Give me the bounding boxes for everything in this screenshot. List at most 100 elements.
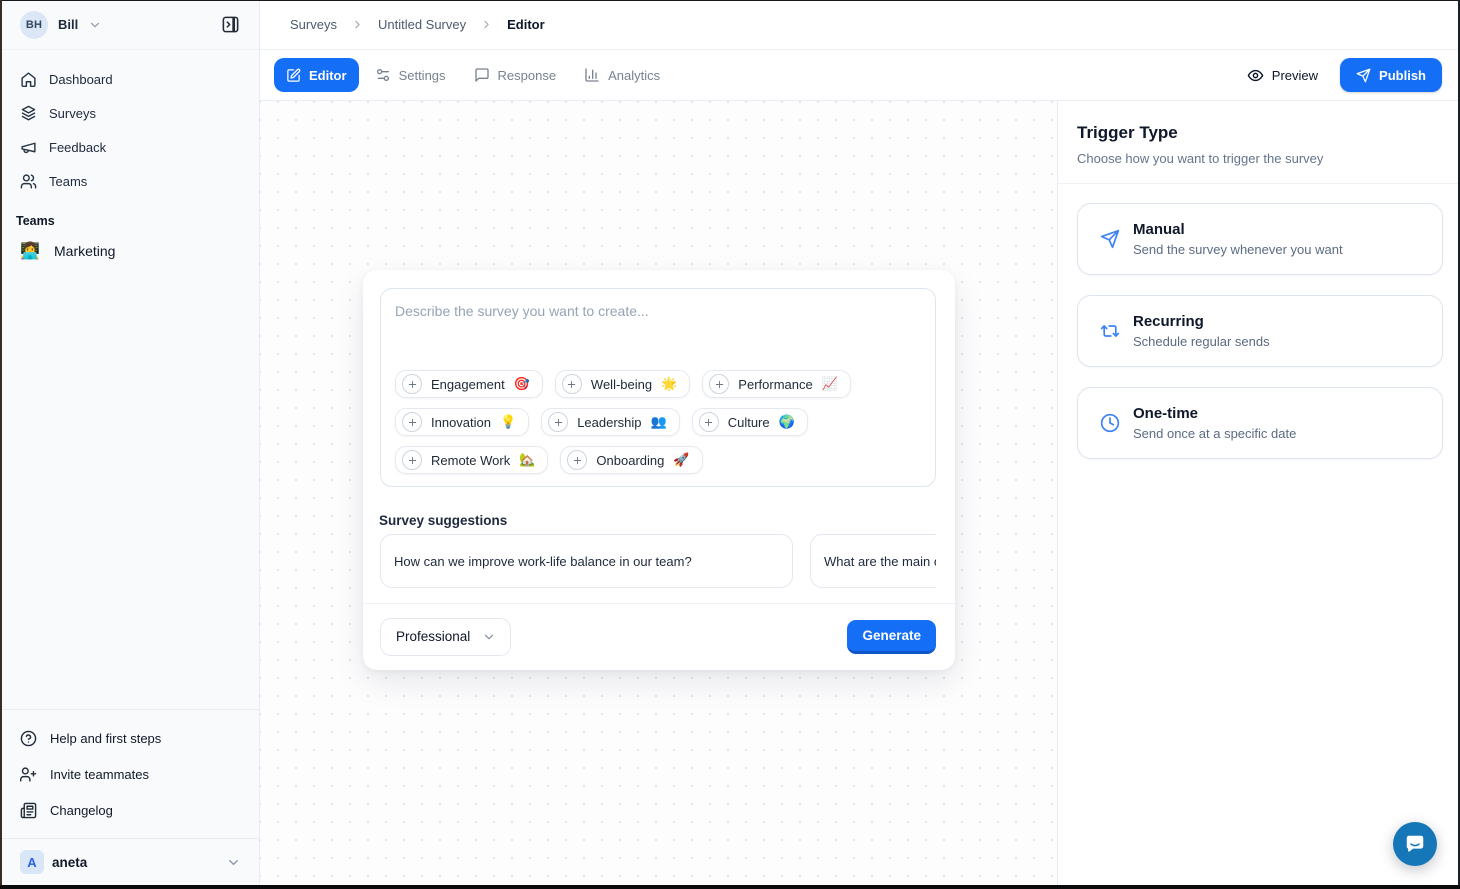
plus-icon	[562, 374, 582, 394]
breadcrumb-surveys[interactable]: Surveys	[290, 17, 337, 32]
chip-label: Performance	[738, 377, 812, 392]
tone-select[interactable]: Professional	[380, 618, 511, 656]
trigger-type-panel: Trigger Type Choose how you want to trig…	[1057, 101, 1460, 885]
sidebar-item-marketing[interactable]: 👩‍💻 Marketing	[0, 232, 259, 270]
sidebar-item-label: Changelog	[50, 803, 113, 818]
trigger-description: Send once at a specific date	[1133, 425, 1296, 443]
user-name[interactable]: Bill	[58, 17, 78, 32]
house-emoji-icon: 🏡	[519, 452, 535, 468]
chat-bubble-icon	[1404, 833, 1426, 855]
trigger-title: Recurring	[1133, 312, 1270, 332]
collapse-sidebar-button[interactable]	[215, 10, 245, 40]
bar-chart-icon	[584, 67, 600, 83]
message-square-icon	[474, 67, 490, 83]
chip-engagement[interactable]: Engagement 🎯	[395, 370, 543, 398]
tab-analytics[interactable]: Analytics	[572, 58, 672, 92]
sidebar-item-label: Teams	[49, 174, 87, 189]
sidebar-item-dashboard[interactable]: Dashboard	[0, 62, 259, 96]
tab-label: Analytics	[608, 68, 660, 83]
rocket-emoji-icon: 🚀	[673, 452, 689, 468]
chip-culture[interactable]: Culture 🌍	[692, 408, 808, 436]
trigger-option-manual[interactable]: Manual Send the survey whenever you want	[1077, 203, 1443, 275]
sidebar-item-label: Help and first steps	[50, 731, 161, 746]
chip-well-being[interactable]: Well-being 🌟	[555, 370, 690, 398]
chip-onboarding[interactable]: Onboarding 🚀	[560, 446, 702, 474]
chevron-right-icon	[480, 18, 493, 31]
sidebar-item-surveys[interactable]: Surveys	[0, 96, 259, 130]
workspace-switcher[interactable]: A aneta	[0, 839, 259, 885]
chip-label: Innovation	[431, 415, 491, 430]
tab-settings[interactable]: Settings	[363, 58, 458, 92]
plus-icon	[567, 450, 587, 470]
chat-widget-button[interactable]	[1393, 822, 1437, 866]
sidebar-item-invite[interactable]: Invite teammates	[0, 756, 259, 792]
tab-bar: Editor Settings Response Analytics	[260, 50, 1460, 101]
chip-label: Engagement	[431, 377, 505, 392]
prompt-box: Engagement 🎯 Well-being 🌟 Performance 📈	[380, 288, 936, 487]
sidebar-item-feedback[interactable]: Feedback	[0, 130, 259, 164]
layers-icon	[20, 105, 37, 122]
dart-emoji-icon: 🎯	[514, 376, 530, 392]
survey-description-input[interactable]	[381, 289, 935, 367]
app-window: BH Bill Dashboard Surveys	[0, 0, 1460, 889]
newspaper-icon	[20, 802, 37, 819]
editor-canvas[interactable]: Engagement 🎯 Well-being 🌟 Performance 📈	[260, 101, 1057, 885]
trigger-option-recurring[interactable]: Recurring Schedule regular sends	[1077, 295, 1443, 367]
suggestion-card[interactable]: What are the main ob	[810, 534, 936, 588]
help-circle-icon	[20, 730, 37, 747]
plus-icon	[709, 374, 729, 394]
busts-emoji-icon: 👥	[651, 414, 667, 430]
breadcrumb: Surveys Untitled Survey Editor	[260, 0, 1460, 50]
sidebar-item-teams[interactable]: Teams	[0, 164, 259, 198]
users-icon	[20, 173, 37, 190]
sidebar-item-help[interactable]: Help and first steps	[0, 720, 259, 756]
suggestions-title: Survey suggestions	[379, 513, 507, 528]
home-icon	[20, 71, 37, 88]
chip-performance[interactable]: Performance 📈	[702, 370, 851, 398]
sidebar-footer: Help and first steps Invite teammates Ch…	[0, 709, 259, 885]
tab-label: Response	[498, 68, 557, 83]
team-name: Marketing	[54, 243, 115, 259]
trigger-description: Send the survey whenever you want	[1133, 241, 1343, 259]
chip-label: Well-being	[591, 377, 652, 392]
trigger-option-one-time[interactable]: One-time Send once at a specific date	[1077, 387, 1443, 459]
chart-emoji-icon: 📈	[822, 376, 838, 392]
send-icon	[1100, 229, 1120, 249]
window-edge-bottom	[0, 885, 1460, 889]
trigger-title: Manual	[1133, 220, 1343, 240]
chip-remote-work[interactable]: Remote Work 🏡	[395, 446, 548, 474]
tab-label: Editor	[309, 68, 347, 83]
sidebar-nav: Dashboard Surveys Feedback Teams	[0, 50, 259, 198]
chip-leadership[interactable]: Leadership 👥	[541, 408, 680, 436]
divider	[1058, 183, 1460, 184]
sidebar-item-label: Feedback	[49, 140, 106, 155]
composer-footer: Professional Generate	[380, 603, 936, 670]
workspace-avatar: A	[20, 850, 44, 874]
breadcrumb-untitled-survey[interactable]: Untitled Survey	[378, 17, 466, 32]
avatar: BH	[20, 11, 48, 39]
repeat-icon	[1100, 321, 1120, 341]
tab-response[interactable]: Response	[462, 58, 569, 92]
publish-button[interactable]: Publish	[1340, 58, 1442, 92]
plus-icon	[402, 450, 422, 470]
panel-title: Trigger Type	[1077, 123, 1178, 143]
workspace-name: aneta	[52, 855, 87, 870]
sidebar: BH Bill Dashboard Surveys	[0, 0, 260, 889]
star-emoji-icon: 🌟	[661, 376, 677, 392]
technologist-emoji-icon: 👩‍💻	[20, 241, 38, 261]
preview-button[interactable]: Preview	[1247, 67, 1318, 84]
chevron-right-icon	[351, 18, 364, 31]
chip-innovation[interactable]: Innovation 💡	[395, 408, 529, 436]
sidebar-item-changelog[interactable]: Changelog	[0, 792, 259, 828]
suggestion-card[interactable]: How can we improve work-life balance in …	[380, 534, 793, 588]
chip-label: Remote Work	[431, 453, 510, 468]
teams-section-label: Teams	[0, 198, 259, 232]
generate-button[interactable]: Generate	[847, 620, 936, 654]
user-plus-icon	[20, 766, 37, 783]
chevron-down-icon[interactable]	[88, 18, 102, 32]
topic-chips: Engagement 🎯 Well-being 🌟 Performance 📈	[395, 370, 923, 474]
tab-editor[interactable]: Editor	[274, 58, 359, 92]
window-edge-left	[0, 0, 2, 889]
plus-icon	[699, 412, 719, 432]
trigger-title: One-time	[1133, 404, 1296, 424]
